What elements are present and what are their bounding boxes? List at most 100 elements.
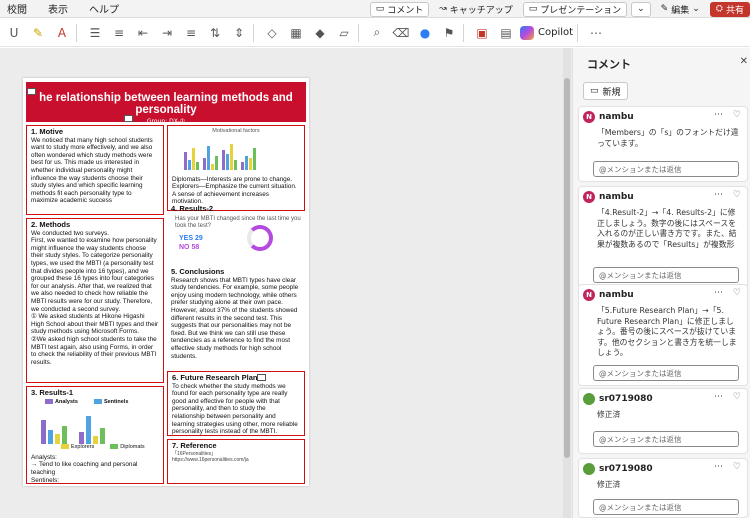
numbering-icon[interactable]: ≡ <box>109 23 129 43</box>
new-comment-button[interactable]: ▭ 新規 <box>583 82 628 100</box>
avatar <box>583 393 595 405</box>
results1-legend-top: Analysts Sentinels <box>45 399 128 407</box>
addins-icon[interactable]: ▤ <box>496 23 516 43</box>
arrange-icon[interactable]: ▦ <box>286 23 306 43</box>
poster-slide[interactable]: he relationship between learning methods… <box>23 78 309 486</box>
present-icon: ▭ <box>528 4 538 14</box>
reference-title: 7. Reference <box>172 441 217 450</box>
align-icon[interactable]: ≡ <box>181 23 201 43</box>
designer-icon[interactable]: ⚑ <box>439 23 459 43</box>
font-color-icon[interactable]: A <box>52 23 72 43</box>
results1-section[interactable]: 3. Results-1 Analysts Sentinels Explorer… <box>26 386 164 484</box>
results2-no: NO 58 <box>179 243 200 251</box>
reference-section[interactable]: 7. Reference 「16Personalities」 https://w… <box>167 439 305 484</box>
methods-section[interactable]: 2. Methods We conducted two surveys. Fir… <box>26 218 164 383</box>
reply-input[interactable]: @メンションまたは返信 <box>593 161 739 177</box>
motive-section[interactable]: 1. Motive We noticed that many high scho… <box>26 125 164 215</box>
reply-input[interactable]: @メンションまたは返信 <box>593 499 739 515</box>
results2-yes: YES 29 <box>179 234 203 242</box>
poster-header[interactable]: he relationship between learning methods… <box>26 82 306 133</box>
comment-author: nambu <box>599 192 634 202</box>
results2-donut-chart <box>247 225 273 251</box>
sensitivity-icon[interactable]: ▣ <box>472 23 492 43</box>
comment-card[interactable]: Nnambu ⋯ ♡ 「4.Result-2」→「4. Results-2」に修… <box>578 186 748 288</box>
more-options-icon[interactable]: ⋯ <box>714 392 723 402</box>
results2-legend: YES 29 NO 58 <box>179 234 301 252</box>
comment-card[interactable]: sr0719080 ⋯ ♡ 修正済 @メンションまたは返信 <box>578 458 748 518</box>
future-plan-section[interactable]: 6. Future Research Plan To check whether… <box>167 371 305 436</box>
results2-title: 4. Results-2 <box>171 204 214 213</box>
align-text-icon[interactable]: ⇕ <box>229 23 249 43</box>
like-icon[interactable]: ♡ <box>733 190 741 200</box>
search-icon[interactable]: ⌕ <box>367 23 387 43</box>
comment-card[interactable]: Nnambu ⋯ ♡ 「Members」の「s」のフォントだけ違っています。 @… <box>578 106 748 182</box>
bar <box>41 420 46 445</box>
legend-swatch <box>61 444 69 450</box>
reply-input[interactable]: @メンションまたは返信 <box>593 365 739 381</box>
comments-pane-title: コメント <box>587 58 631 71</box>
comment-card[interactable]: sr0719080 ⋯ ♡ 修正済 @メンションまたは返信 <box>578 388 748 454</box>
menu-help[interactable]: ヘルプ <box>89 1 119 16</box>
more-options-icon[interactable]: ⋯ <box>714 288 723 298</box>
format-painter-icon[interactable]: ⌫ <box>391 23 411 43</box>
poster-group: Group: DX-① <box>146 118 186 125</box>
reply-input[interactable]: @メンションまたは返信 <box>593 267 739 283</box>
like-icon[interactable]: ♡ <box>733 288 741 298</box>
divider <box>76 23 77 42</box>
legend-swatch <box>93 398 102 404</box>
comment-author: sr0719080 <box>599 394 653 404</box>
catchup-button[interactable]: ↝ キャッチアップ <box>433 2 519 17</box>
poster-title: he relationship between learning methods… <box>39 92 293 116</box>
reply-input[interactable]: @メンションまたは返信 <box>593 431 739 447</box>
chevron-down-icon: ⌄ <box>637 4 645 14</box>
comment-marker-icon[interactable] <box>27 88 36 95</box>
methods-text: We conducted two surveys. First, we want… <box>31 229 159 366</box>
shape-fill-icon[interactable]: ◆ <box>310 23 330 43</box>
comment-button[interactable]: ▭ コメント <box>369 1 430 17</box>
like-icon[interactable]: ♡ <box>733 110 741 120</box>
pencil-icon: ✎ <box>660 4 669 14</box>
increase-indent-icon[interactable]: ⇥ <box>157 23 177 43</box>
comment-marker-icon[interactable] <box>124 115 133 122</box>
divider <box>463 23 464 42</box>
shapes-icon[interactable]: ◇ <box>262 23 282 43</box>
motive-title: 1. Motive <box>31 127 64 136</box>
more-options-icon[interactable]: ⋯ <box>714 110 723 120</box>
results2-section[interactable]: 4. Results-2 Has your MBTI changed since… <box>167 203 305 265</box>
menu-review[interactable]: 校閲 <box>7 1 27 16</box>
menu-view[interactable]: 表示 <box>48 1 68 16</box>
motivational-section[interactable]: Motivational factors Diplomats—Interests… <box>167 125 305 211</box>
comment-text: 「Members」の「s」のフォントだけ違っています。 <box>597 128 739 148</box>
close-icon[interactable]: ✕ <box>740 56 748 67</box>
bullets-icon[interactable]: ☰ <box>85 23 105 43</box>
edit-mode-button[interactable]: ✎ 編集 ⌄ <box>655 2 706 17</box>
conclusions-section[interactable]: 5. Conclusions Research shows that MBTI … <box>167 266 305 366</box>
more-options-icon[interactable]: ⋯ <box>586 23 606 43</box>
comment-card[interactable]: Nnambu ⋯ ♡ 「5.Future Research Plan」→「5. … <box>578 284 748 386</box>
text-direction-icon[interactable]: ⇅ <box>205 23 225 43</box>
shape-outline-icon[interactable]: ▱ <box>334 23 354 43</box>
present-dropdown-button[interactable]: ⌄ <box>631 1 651 17</box>
like-icon[interactable]: ♡ <box>733 392 741 402</box>
present-button[interactable]: ▭ プレゼンテーション <box>522 1 628 17</box>
comment-marker-icon[interactable] <box>257 374 266 381</box>
more-options-icon[interactable]: ⋯ <box>714 190 723 200</box>
canvas-scrollbar[interactable] <box>563 48 571 518</box>
motivational-chart-caption: Motivational factors <box>212 128 260 134</box>
results1-legend-bottom: Explorers Diplomats <box>61 444 159 452</box>
underline-icon[interactable]: U <box>4 23 24 43</box>
like-icon[interactable]: ♡ <box>733 462 741 472</box>
bar <box>100 428 105 445</box>
comments-pane: コメント ✕ ▭ 新規 Nnambu ⋯ ♡ 「Members」の「s」のフォント… <box>572 48 750 518</box>
scrollbar-thumb[interactable] <box>564 78 570 458</box>
share-button[interactable]: ⛭ 共有 <box>709 1 750 17</box>
decrease-indent-icon[interactable]: ⇤ <box>133 23 153 43</box>
highlight-icon[interactable]: ✎ <box>28 23 48 43</box>
divider <box>253 23 254 42</box>
comment-icon: ▭ <box>375 4 385 14</box>
conclusions-title: 5. Conclusions <box>171 267 225 276</box>
more-options-icon[interactable]: ⋯ <box>714 462 723 472</box>
motive-text: We noticed that many high school student… <box>31 136 153 205</box>
dictate-icon[interactable]: ● <box>415 23 435 43</box>
copilot-button[interactable]: Copilot <box>520 25 573 40</box>
